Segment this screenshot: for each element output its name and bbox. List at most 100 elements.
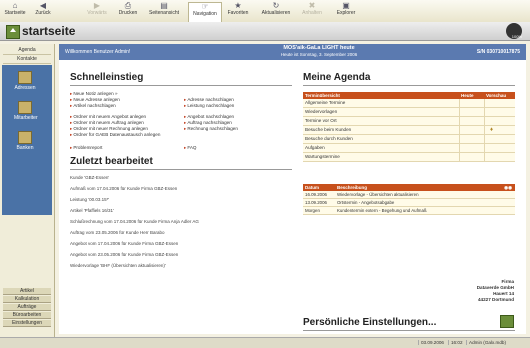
agenda-row[interactable]: Besuche beim Kunden ♦ xyxy=(303,126,515,135)
agenda-row[interactable]: Besuche durch Kunden xyxy=(303,135,515,144)
house-icon xyxy=(6,25,20,39)
product-name: MOS'aik-GaLa LIGHT heute xyxy=(283,45,355,51)
forward-icon: ▶ xyxy=(93,1,101,10)
divider xyxy=(70,169,292,170)
recent-item[interactable]: Artikel 'Pfaffiels 16/31' xyxy=(70,208,114,213)
recent-item[interactable]: Kunde 'GBZ-Essen' xyxy=(70,175,109,180)
recent-item[interactable]: Angebot vom 17.04.2006 für Kunde Firma G… xyxy=(70,241,178,246)
zoom-level: 100% xyxy=(511,34,522,39)
followup-header: Datum Beschreibung ◉◉ xyxy=(303,184,515,191)
sidebar-item-bueroarbeiten[interactable]: Büroarbeiten xyxy=(3,312,51,319)
sidebar-item-adressen[interactable]: Adressen xyxy=(14,71,36,91)
agenda-row-label: Termine vor Ort xyxy=(305,118,337,123)
link-gaeb-folder[interactable]: Ordner für GAEB Datenaustausch anlegen xyxy=(70,132,160,138)
followup-date: Morgen xyxy=(305,208,320,213)
col-today: Heute xyxy=(461,93,474,98)
back-icon: ◀ xyxy=(39,1,47,10)
agenda-row[interactable]: Aufgaben xyxy=(303,144,515,153)
agenda-table: Terminübersicht Heute Vorschau Allgemein… xyxy=(303,92,515,162)
agenda-row-label: Aufgaben xyxy=(305,145,325,150)
personal-settings-link[interactable]: Persönliche Einstellungen... xyxy=(303,317,436,328)
recent-item[interactable]: Schlußrechnung vom 17.04.2006 für Kunde … xyxy=(70,219,199,224)
agenda-row-label: Wiedervorlagen xyxy=(305,109,338,114)
followup-row[interactable]: Morgen Kundentermin extern - Begehung und… xyxy=(303,207,515,215)
sidebar-item-artikel[interactable]: Artikel xyxy=(3,288,51,295)
page-title: startseite xyxy=(22,24,76,38)
link-article-lookup[interactable]: Artikel nachschlagen xyxy=(70,103,115,109)
stop-button[interactable]: ✖ Anhalten xyxy=(298,2,326,21)
divider xyxy=(70,85,292,86)
agenda-row[interactable]: Wartungstermine xyxy=(303,153,515,162)
sidebar-item-einstellungen[interactable]: Einstellungen xyxy=(3,320,51,327)
link-service-lookup[interactable]: Leistung nachschlagen xyxy=(184,103,234,109)
cell xyxy=(484,117,485,125)
explorer-button[interactable]: ▣ Explorer xyxy=(332,2,360,21)
company-info: Firma Dataverde GmbH Hauert 14 44227 Dor… xyxy=(477,279,514,303)
employees-icon xyxy=(18,101,32,114)
status-user: Admin (Galx.mdb) xyxy=(466,340,508,345)
col-date: Datum xyxy=(305,185,320,190)
welcome-text: Willkommen Benutzer Admin! xyxy=(65,49,131,55)
agenda-row[interactable]: Wiedervorlagen xyxy=(303,108,515,117)
sidebar-group-panel: Adressen Mitarbeiter Banken xyxy=(2,65,52,215)
divider xyxy=(303,85,515,86)
cell xyxy=(459,117,460,125)
zuletzt-heading: Zuletzt bearbeitet xyxy=(70,156,153,167)
refresh-icon: ↻ xyxy=(272,1,280,10)
cell xyxy=(459,99,460,107)
followup-row[interactable]: 16.09.2006 Wiedervorlage - Übersichten ak… xyxy=(303,191,515,199)
recent-item[interactable]: Aufmaß vom 17.04.2006 für Kunde Firma GB… xyxy=(70,186,177,191)
bell-icon[interactable]: ♦ xyxy=(490,126,493,134)
explorer-icon: ▣ xyxy=(342,1,350,10)
agenda-row-label: Allgemeine Termine xyxy=(305,100,346,105)
followup-date: 13.09.2006 xyxy=(305,200,327,205)
cell xyxy=(484,144,485,152)
status-bar: 03.09.2006 16:02 Admin (Galx.mdb) xyxy=(0,337,530,348)
link-faq[interactable]: FAQ xyxy=(184,145,196,151)
recent-item[interactable]: Angebot vom 23.05.2006 für Kunde Firma G… xyxy=(70,252,178,257)
recent-item[interactable]: Auftrag vom 23.05.2006 für Kunde Herr Ba… xyxy=(70,230,165,235)
sidebar-item-kontakte[interactable]: Kontakte xyxy=(3,56,51,64)
toolbar: ⌂ Startseite ◀ Zurück ▶ Vorwärts ⎙ Drucken ▤… xyxy=(0,0,530,23)
navigation-button[interactable]: ☞ Navigation xyxy=(188,2,222,23)
link-problem-report[interactable]: Problemreport xyxy=(70,145,102,151)
address-book-icon xyxy=(18,71,32,84)
favorites-button[interactable]: ★ Favoriten xyxy=(224,2,252,21)
home-icon: ⌂ xyxy=(12,1,18,10)
print-icon: ⎙ xyxy=(124,1,132,10)
cell xyxy=(484,153,485,161)
cell xyxy=(459,144,460,152)
binoculars-icon[interactable]: ◉◉ xyxy=(504,184,512,191)
followup-row[interactable]: 13.09.2006 Ortstermin - Angebotsabgabe xyxy=(303,199,515,207)
sidebar-item-banken[interactable]: Banken xyxy=(14,131,36,151)
agenda-row[interactable]: Termine vor Ort xyxy=(303,117,515,126)
print-button[interactable]: ⎙ Drucken xyxy=(116,2,140,21)
recent-item[interactable]: Leistung '00.03.15*' xyxy=(70,197,109,202)
agenda-heading: Meine Agenda xyxy=(303,72,371,83)
col-description: Beschreibung xyxy=(337,185,368,190)
sidebar-item-auftraege[interactable]: Aufträge xyxy=(3,304,51,311)
followup-table: Datum Beschreibung ◉◉ 16.09.2006 Wiedervo… xyxy=(303,184,515,215)
current-date: Heute ist Sonntag, 3. September 2006 xyxy=(280,52,358,57)
recent-item[interactable]: Wiedervorlage 'BHF (Übersichten aktualis… xyxy=(70,263,166,268)
sidebar: Agenda Kontakte Adressen Mitarbeiter Ban… xyxy=(0,44,55,337)
sidebar-item-agenda[interactable]: Agenda xyxy=(3,47,51,55)
stop-icon: ✖ xyxy=(308,1,316,10)
back-button[interactable]: ◀ Zurück xyxy=(32,2,54,21)
forward-button[interactable]: ▶ Vorwärts xyxy=(84,2,110,21)
favorites-icon: ★ xyxy=(234,1,242,10)
sidebar-item-kalkulation[interactable]: Kalkulation xyxy=(3,296,51,303)
link-invoice-lookup[interactable]: Rechnung nachschlagen xyxy=(184,126,238,132)
col-preview: Vorschau xyxy=(486,93,507,98)
bank-icon xyxy=(18,131,32,144)
refresh-button[interactable]: ↻ Aktualisieren xyxy=(258,2,294,21)
settings-icon[interactable] xyxy=(500,315,514,328)
status-date: 03.09.2006 xyxy=(418,340,446,345)
divider xyxy=(303,330,515,331)
startseite-button[interactable]: ⌂ Startseite xyxy=(4,2,26,21)
page-preview-button[interactable]: ▤ Seitenansicht xyxy=(146,2,182,21)
followup-desc: Kundentermin extern - Begehung und Aufma… xyxy=(337,208,427,213)
agenda-row[interactable]: Allgemeine Termine xyxy=(303,99,515,108)
sidebar-item-mitarbeiter[interactable]: Mitarbeiter xyxy=(14,101,38,121)
cell xyxy=(484,135,485,143)
